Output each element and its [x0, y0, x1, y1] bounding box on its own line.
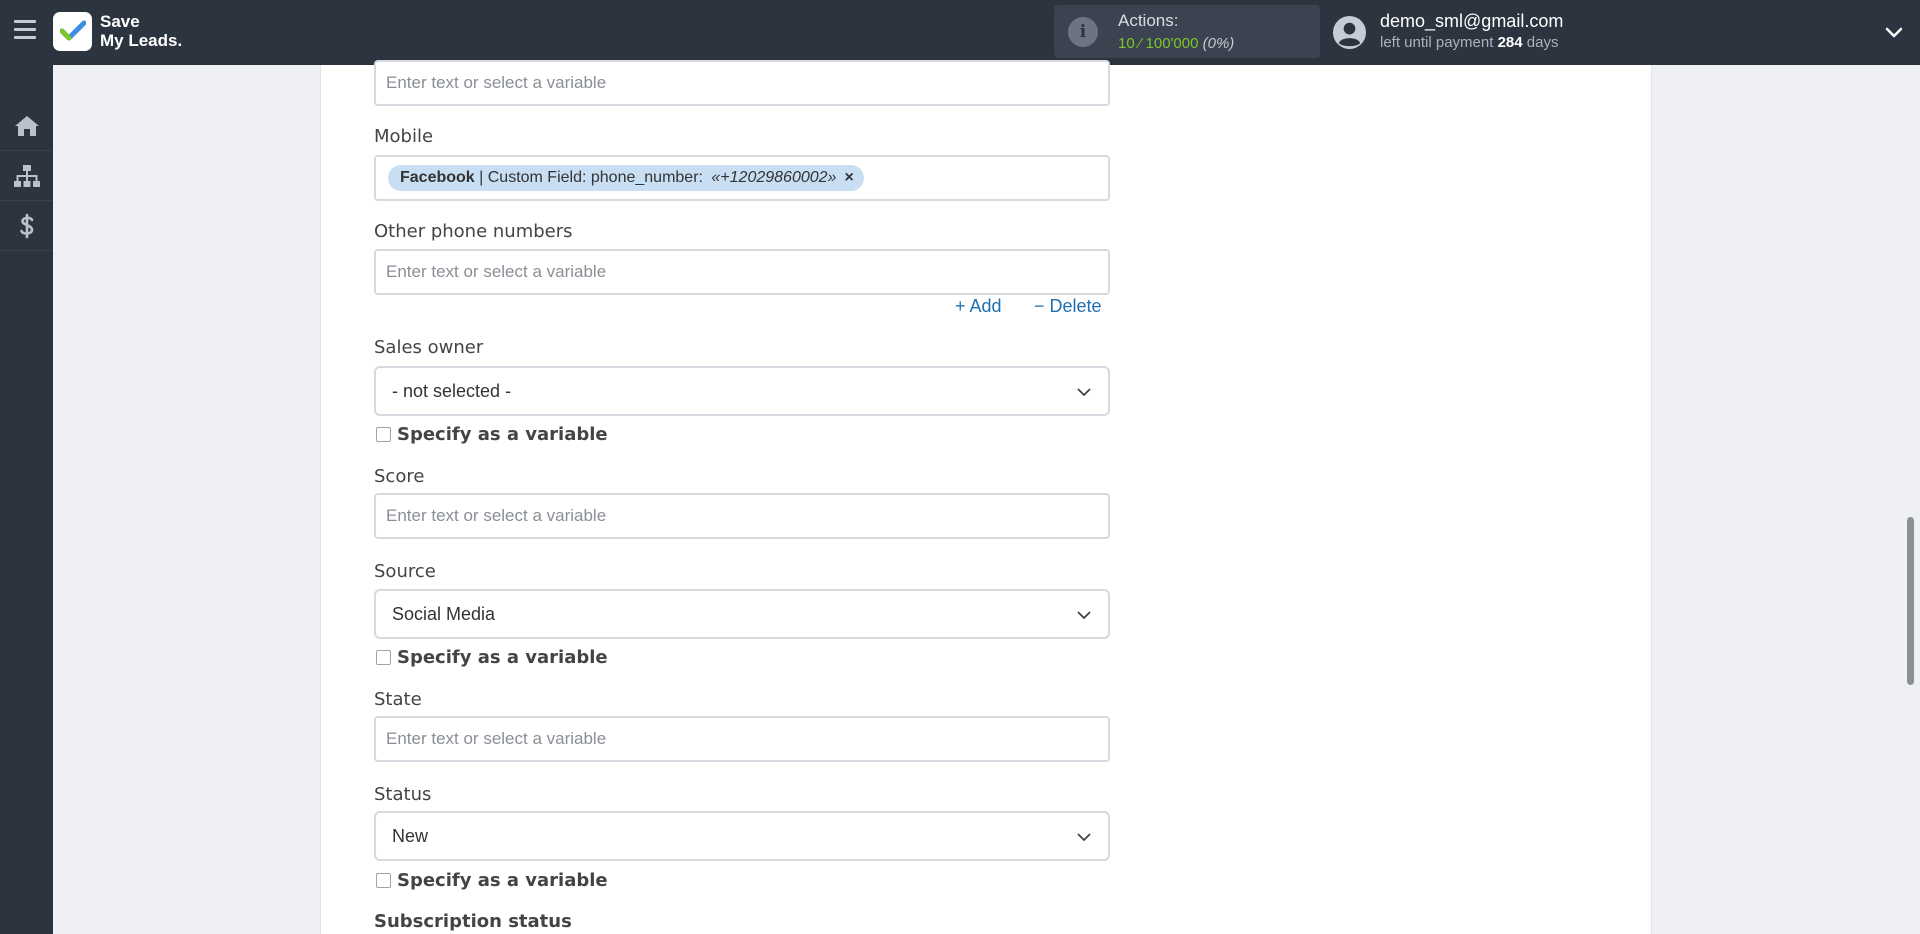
source-value: Social Media [392, 604, 496, 624]
delete-button[interactable]: − Delete [1034, 296, 1102, 317]
user-email[interactable]: demo_sml@gmail.com [1380, 11, 1563, 32]
add-button[interactable]: + Add [955, 296, 1002, 317]
sales-owner-value: - not selected - [392, 381, 512, 401]
state-input[interactable] [374, 716, 1110, 762]
subscription-status-label: Subscription status [374, 911, 572, 932]
actions-total: 100'000 [1145, 35, 1199, 52]
sidebar-item-billing[interactable] [0, 201, 53, 251]
sales-owner-variable-label[interactable]: Specify as a variable [397, 424, 608, 445]
logo-checkmark-icon [53, 11, 92, 51]
previous-field-input[interactable] [374, 60, 1110, 106]
app-logo[interactable]: Save My Leads. [53, 11, 182, 51]
tag-source: Facebook [400, 169, 475, 186]
actions-used: 10 [1118, 35, 1135, 52]
other-phone-input[interactable] [374, 249, 1110, 295]
status-label: Status [374, 784, 432, 805]
top-bar: Save My Leads. i Actions: 10 ⁄ 100'000 (… [0, 0, 1920, 65]
actions-separator: ⁄ [1134, 35, 1146, 52]
sales-owner-select[interactable]: - not selected - [374, 366, 1110, 416]
payment-days: 284 [1497, 34, 1523, 51]
status-variable-row: Specify as a variable [376, 870, 608, 891]
hamburger-menu-icon[interactable] [14, 20, 38, 44]
actions-label: Actions: [1118, 11, 1179, 30]
scrollbar-thumb[interactable] [1907, 517, 1914, 685]
sales-owner-variable-checkbox[interactable] [376, 427, 391, 442]
home-icon [14, 115, 39, 136]
sidebar [0, 65, 53, 934]
mobile-label: Mobile [374, 126, 434, 147]
status-value: New [392, 826, 429, 846]
source-variable-label[interactable]: Specify as a variable [397, 647, 608, 668]
status-variable-checkbox[interactable] [376, 873, 391, 888]
chevron-down-icon[interactable] [1884, 22, 1904, 42]
actions-values: 10 ⁄ 100'000 (0%) [1118, 35, 1234, 52]
state-label: State [374, 689, 422, 710]
tag-field: | Custom Field: phone_number: [474, 169, 708, 186]
variable-tag: Facebook | Custom Field: phone_number: «… [388, 165, 864, 191]
chevron-down-icon [1077, 611, 1091, 620]
mobile-input[interactable]: Facebook | Custom Field: phone_number: «… [374, 155, 1110, 201]
sitemap-icon [13, 164, 40, 187]
sales-owner-label: Sales owner [374, 337, 484, 358]
payment-status: left until payment 284 days [1380, 34, 1559, 51]
sidebar-item-home[interactable] [0, 101, 53, 151]
source-variable-checkbox[interactable] [376, 650, 391, 665]
logo-text: Save My Leads. [100, 12, 183, 50]
actions-counter: i Actions: 10 ⁄ 100'000 (0%) [1054, 5, 1320, 58]
status-variable-label[interactable]: Specify as a variable [397, 870, 608, 891]
status-select[interactable]: New [374, 811, 1110, 861]
chevron-down-icon [1077, 833, 1091, 842]
info-icon[interactable]: i [1068, 17, 1098, 47]
sales-owner-variable-row: Specify as a variable [376, 424, 608, 445]
tag-remove-icon[interactable]: × [844, 169, 853, 187]
other-phone-label: Other phone numbers [374, 221, 573, 242]
sidebar-item-connections[interactable] [0, 151, 53, 201]
tag-value: «+12029860002» [711, 169, 837, 186]
chevron-down-icon [1077, 388, 1091, 397]
source-variable-row: Specify as a variable [376, 647, 608, 668]
source-label: Source [374, 561, 436, 582]
score-input[interactable] [374, 493, 1110, 539]
source-select[interactable]: Social Media [374, 589, 1110, 639]
user-avatar-icon[interactable] [1332, 15, 1367, 50]
actions-percent: (0%) [1202, 35, 1235, 52]
dollar-icon [19, 213, 33, 238]
score-label: Score [374, 466, 425, 487]
